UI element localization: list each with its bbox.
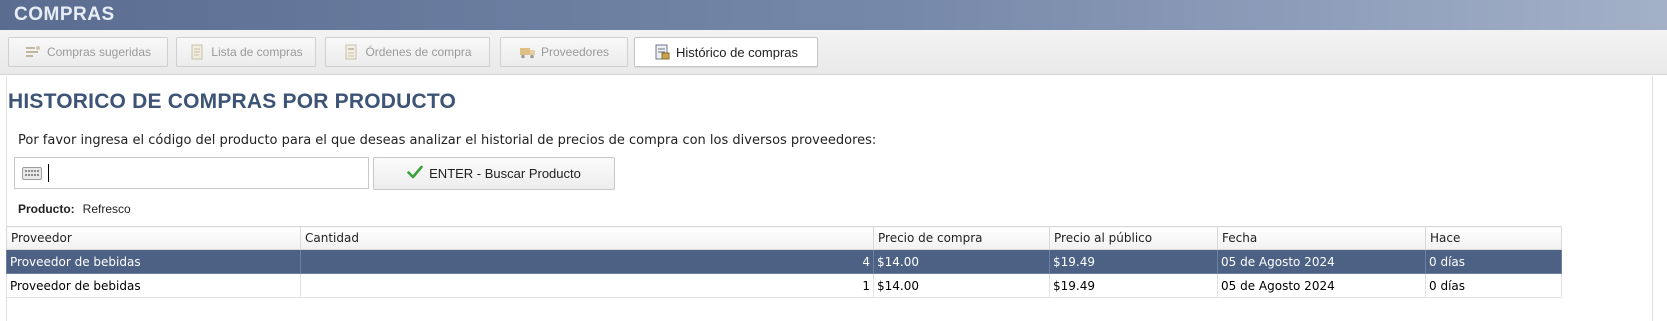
instructions-text: Por favor ingresa el código del producto… <box>18 133 877 148</box>
cell-cantidad: 4 <box>300 249 874 274</box>
cell-proveedor: Proveedor de bebidas <box>6 249 301 274</box>
cell-precio-publico: $19.49 <box>1049 249 1218 274</box>
cell-hace: 0 días <box>1425 249 1562 274</box>
cell-cantidad: 1 <box>300 273 874 298</box>
purchase-orders-icon <box>343 44 359 60</box>
product-code-field[interactable] <box>14 157 369 189</box>
tab-lista-de-compras[interactable]: Lista de compras <box>176 37 316 67</box>
suggested-purchases-icon <box>25 44 41 60</box>
table-header-row: Proveedor Cantidad Precio de compra Prec… <box>6 226 1562 250</box>
cell-fecha: 05 de Agosto 2024 <box>1217 249 1426 274</box>
tab-proveedores[interactable]: Proveedores <box>500 37 628 67</box>
product-label: Producto: <box>18 202 75 216</box>
table-row[interactable]: Proveedor de bebidas 4 $14.00 $19.49 05 … <box>6 249 1562 274</box>
page-title: HISTORICO DE COMPRAS POR PRODUCTO <box>8 90 457 113</box>
tab-label: Lista de compras <box>211 45 303 59</box>
column-header-hace[interactable]: Hace <box>1425 226 1562 250</box>
product-info: Producto: Refresco <box>18 202 131 216</box>
tab-label: Órdenes de compra <box>365 45 472 59</box>
tab-label: Proveedores <box>540 45 610 59</box>
cell-precio-compra: $14.00 <box>873 249 1050 274</box>
column-header-proveedor[interactable]: Proveedor <box>6 226 301 250</box>
keyboard-icon[interactable] <box>22 167 42 180</box>
search-product-button[interactable]: ENTER - Buscar Producto <box>373 157 615 190</box>
cell-precio-publico: $19.49 <box>1049 273 1218 298</box>
window-title: COMPRAS <box>14 4 115 25</box>
purchase-history-table: Proveedor Cantidad Precio de compra Prec… <box>6 226 1562 298</box>
column-header-precio-compra[interactable]: Precio de compra <box>873 226 1050 250</box>
purchase-history-icon <box>654 44 670 60</box>
tab-historico-de-compras[interactable]: Histórico de compras <box>634 37 818 67</box>
suppliers-truck-icon <box>519 44 535 60</box>
tab-label: Compras sugeridas <box>46 45 152 59</box>
column-header-precio-publico[interactable]: Precio al público <box>1049 226 1218 250</box>
cell-precio-compra: $14.00 <box>873 273 1050 298</box>
column-header-fecha[interactable]: Fecha <box>1217 226 1426 250</box>
cell-proveedor: Proveedor de bebidas <box>6 273 301 298</box>
window-title-bar: COMPRAS <box>0 0 1667 31</box>
tab-label: Histórico de compras <box>675 44 799 60</box>
tab-ordenes-de-compra[interactable]: Órdenes de compra <box>325 37 490 67</box>
shopping-list-icon <box>189 44 205 60</box>
search-button-label: ENTER - Buscar Producto <box>429 166 581 181</box>
product-code-input[interactable] <box>47 161 366 187</box>
cell-fecha: 05 de Agosto 2024 <box>1217 273 1426 298</box>
product-value: Refresco <box>82 202 131 216</box>
tab-strip: Compras sugeridas Lista de compras Órden… <box>0 30 1667 75</box>
tab-compras-sugeridas[interactable]: Compras sugeridas <box>8 37 168 67</box>
table-row[interactable]: Proveedor de bebidas 1 $14.00 $19.49 05 … <box>6 273 1562 298</box>
text-caret <box>48 164 49 182</box>
checkmark-icon <box>407 165 423 182</box>
column-header-cantidad[interactable]: Cantidad <box>300 226 874 250</box>
cell-hace: 0 días <box>1425 273 1562 298</box>
